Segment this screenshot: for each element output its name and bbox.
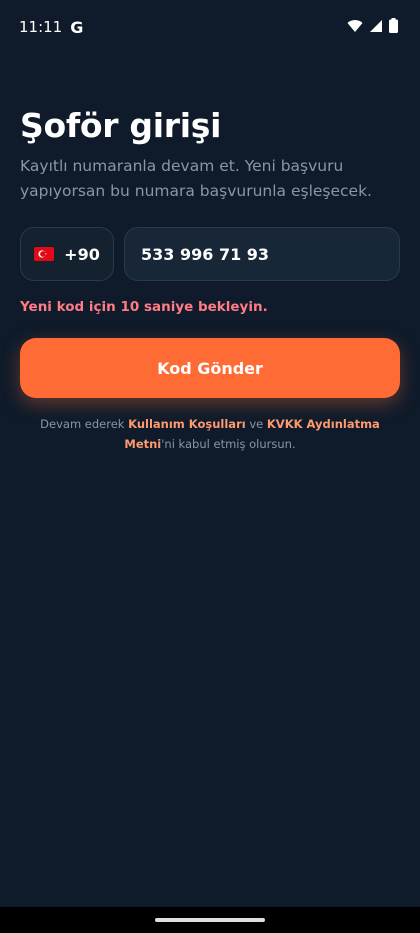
status-time: 11:11 <box>19 18 63 36</box>
resend-warning: Yeni kod için 10 saniye bekleyin. <box>20 299 268 315</box>
phone-input[interactable] <box>141 244 383 264</box>
navigation-bar <box>0 907 420 933</box>
signal-icon <box>369 18 383 37</box>
dial-code: +90 <box>64 244 100 264</box>
phone-field[interactable] <box>124 227 400 281</box>
battery-icon <box>389 17 398 37</box>
page-subtitle: Kayıtlı numaranla devam et. Yeni başvuru… <box>20 157 372 200</box>
home-indicator[interactable] <box>155 918 265 922</box>
status-left: 11:11 G <box>19 18 83 37</box>
terms-link[interactable]: Kullanım Koşulları <box>128 417 246 431</box>
country-code-selector[interactable]: +90 <box>20 227 114 281</box>
status-bar: 11:11 G <box>0 0 420 54</box>
legal-suffix: 'ni kabul etmiş olursun. <box>161 437 296 451</box>
wifi-icon <box>347 18 363 37</box>
legal-middle: ve <box>245 417 267 431</box>
turkey-flag-icon <box>34 247 55 261</box>
page-title: Şoför girişi <box>20 106 222 145</box>
legal-prefix: Devam ederek <box>40 417 129 431</box>
send-code-button[interactable]: Kod Gönder <box>20 338 400 398</box>
google-g-icon: G <box>70 17 84 37</box>
status-right <box>347 17 398 37</box>
legal-notice: Devam ederek Kullanım Koşulları ve KVKK … <box>20 414 400 454</box>
